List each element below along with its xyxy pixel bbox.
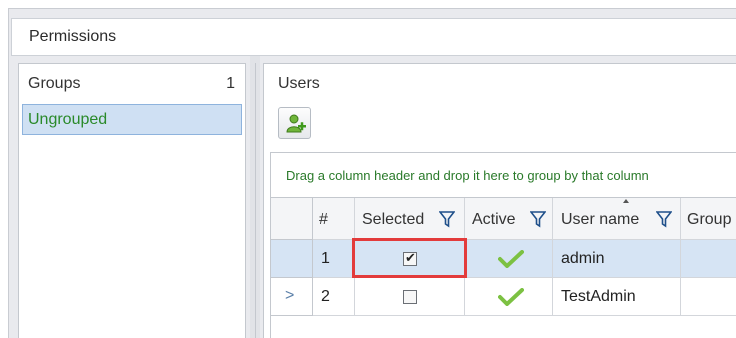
- active-check-icon: [498, 288, 524, 306]
- table-cell-active: [465, 240, 553, 278]
- table-cell-number: 2: [313, 278, 355, 316]
- filter-icon[interactable]: [530, 210, 546, 228]
- row-indicator[interactable]: >: [271, 278, 313, 316]
- user-name-value: admin: [561, 250, 605, 267]
- row-number: 2: [321, 288, 330, 305]
- column-header-active-label: Active: [472, 211, 516, 228]
- column-header-user-name[interactable]: User name: [553, 198, 681, 240]
- table-cell-number: 1: [313, 240, 355, 278]
- group-by-hint: Drag a column header and drop it here to…: [286, 168, 649, 183]
- filter-icon[interactable]: [439, 210, 455, 228]
- groups-title: Groups: [28, 75, 81, 92]
- current-row-arrow-icon: >: [285, 287, 295, 304]
- table-cell-group[interactable]: [681, 240, 736, 278]
- column-header-group[interactable]: Group: [681, 198, 736, 240]
- users-grid: Drag a column header and drop it here to…: [270, 152, 736, 338]
- column-header-number[interactable]: #: [313, 198, 355, 240]
- group-item-label: Ungrouped: [28, 111, 108, 128]
- groups-header: Groups 1: [19, 64, 245, 102]
- column-header-group-label: Group: [687, 211, 732, 228]
- table-cell-group[interactable]: [681, 278, 736, 316]
- row-indicator[interactable]: [271, 240, 313, 278]
- table-cell-user-name[interactable]: TestAdmin: [553, 278, 681, 316]
- row-number: 1: [321, 250, 330, 267]
- column-header-active[interactable]: Active: [465, 198, 553, 240]
- groups-count: 1: [226, 75, 235, 92]
- column-header-user-name-label: User name: [561, 211, 640, 228]
- column-header-selected[interactable]: Selected: [355, 198, 465, 240]
- user-name-value: TestAdmin: [561, 288, 636, 305]
- users-title: Users: [278, 75, 320, 92]
- group-item-ungrouped[interactable]: Ungrouped: [22, 104, 242, 135]
- window-title: Permissions: [29, 28, 117, 45]
- active-check-icon: [498, 250, 524, 268]
- column-header-number-label: #: [319, 211, 328, 228]
- filter-icon[interactable]: [656, 210, 672, 228]
- add-user-icon: [286, 114, 306, 133]
- highlight-box: [352, 238, 467, 278]
- sort-indicator-icon: [623, 199, 629, 203]
- header-row-indicator: [271, 198, 313, 240]
- table-cell-user-name[interactable]: admin: [553, 240, 681, 278]
- add-user-button[interactable]: [278, 107, 311, 139]
- column-header-selected-label: Selected: [362, 211, 425, 228]
- groups-panel: Groups 1 Ungrouped: [18, 63, 246, 338]
- table-cell-active: [465, 278, 553, 316]
- permissions-title-bar: Permissions: [11, 18, 736, 56]
- table-cell-selected: [355, 278, 465, 316]
- panel-splitter[interactable]: [250, 56, 260, 338]
- selected-checkbox[interactable]: [403, 290, 417, 304]
